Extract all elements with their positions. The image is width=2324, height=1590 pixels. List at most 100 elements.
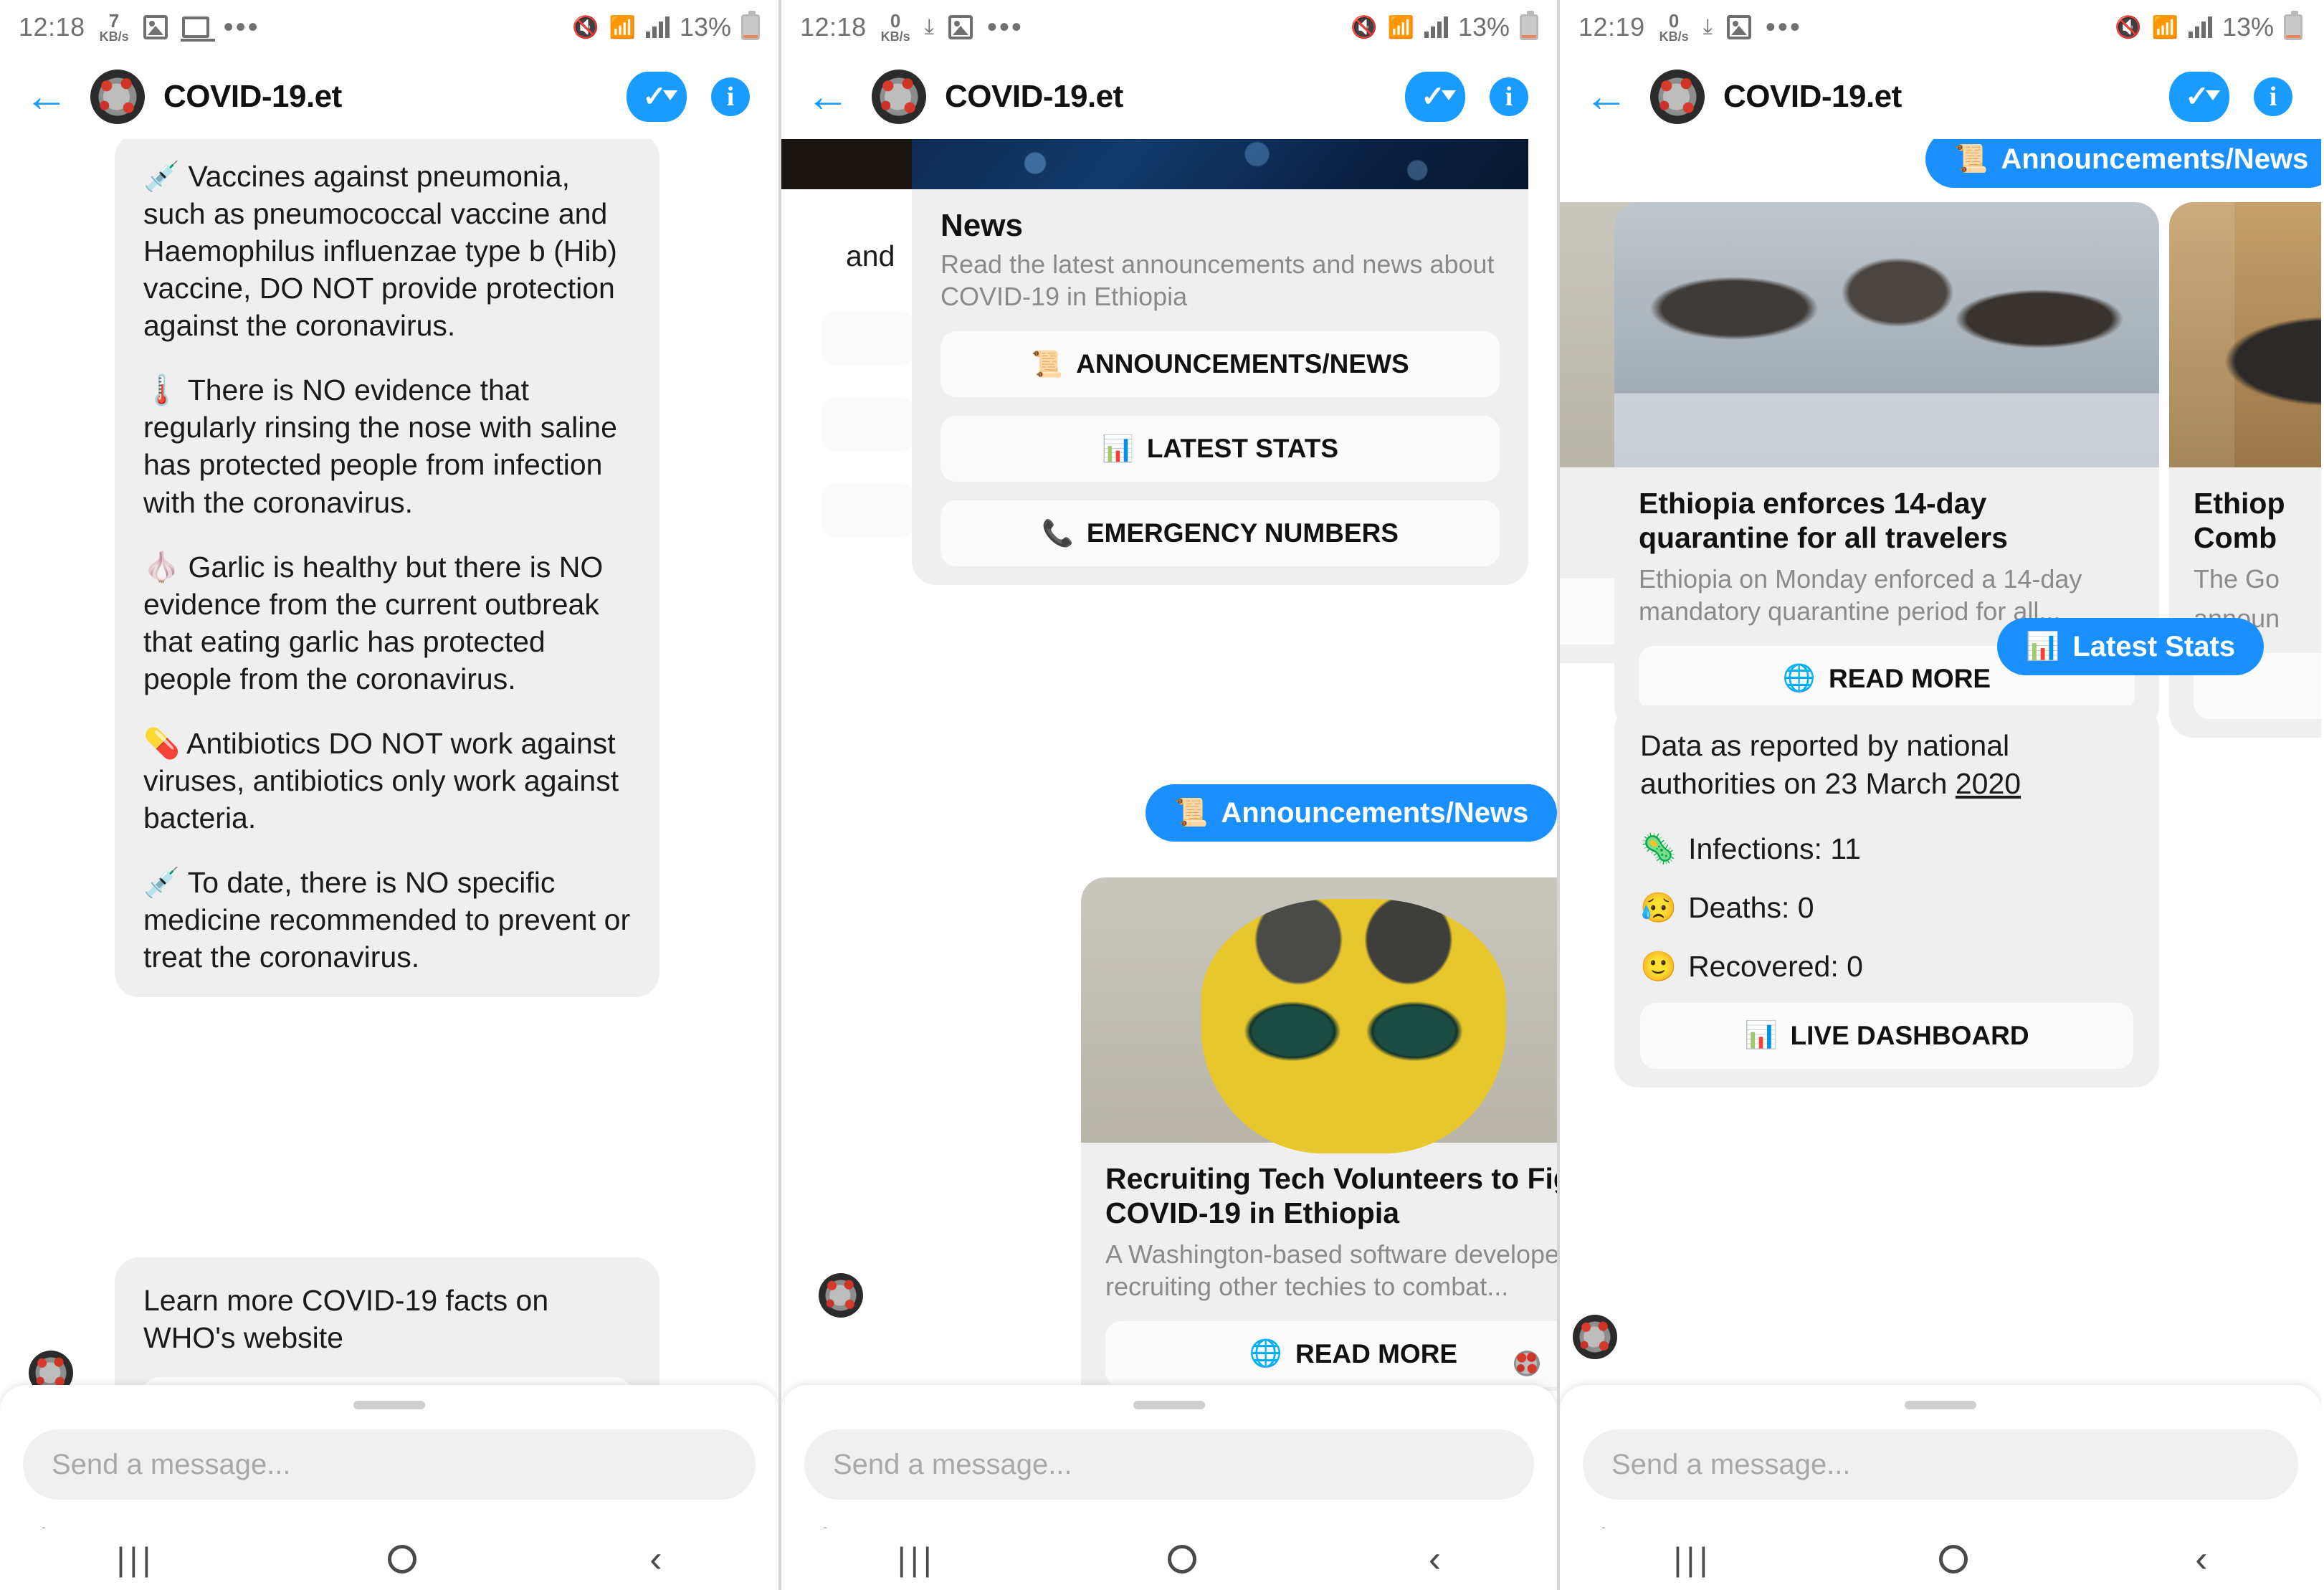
partial-text: and [846,239,895,272]
back-arrow-icon[interactable]: ← [806,75,850,119]
bar-chart-icon: 📊 [1101,434,1134,463]
news-card: Recruiting Tech Volunteers to Fight COVI… [1081,877,1557,1391]
news-card-subtitle: A Washington-based software developer is… [1105,1239,1557,1301]
partial-button[interactable] [822,397,915,452]
globe-icon: 🌐 [1782,663,1816,693]
android-nav-bar-3: ||| ‹ [1560,1528,2321,1590]
home-circle-icon[interactable] [1939,1545,1968,1574]
back-chevron-icon[interactable]: ‹ [1429,1541,1441,1578]
battery-icon [1520,11,1538,40]
scroll-icon: 📜 [1031,349,1064,379]
news-card-subtitle: Read the latest announcements and news a… [940,249,1495,311]
latest-stats-button[interactable]: 📊 LATEST STATS [940,416,1500,482]
chip-label: Announcements/News [1221,796,1529,829]
battery-percent: 13% [679,12,731,42]
smiley-face-icon: 🙂 [1640,949,1677,983]
home-circle-icon[interactable] [388,1545,417,1574]
network-speed-indicator: 0 KB/s [1659,11,1689,43]
news-carousel-2[interactable]: Recruiting Tech Volunteers to Fight COVI… [1081,877,1557,1391]
chip-label: Latest Stats [2072,630,2236,662]
more-dots-icon: ••• [1765,11,1802,43]
search-input[interactable]: Send a message... [23,1429,756,1500]
header-actions-3: ✓ i [2169,72,2297,122]
header-actions-2: ✓ i [1405,72,1533,122]
drag-handle[interactable] [353,1401,425,1409]
bot-avatar-icon [1573,1315,1617,1359]
news-card-title: News [940,208,1023,243]
home-circle-icon[interactable] [1168,1545,1197,1574]
stats-year: 2020 [1955,767,2021,801]
chat-header-1: ← COVID-19.et ✓ i [0,54,778,139]
mute-icon: 🔇 [572,15,599,39]
back-chevron-icon[interactable]: ‹ [2195,1541,2207,1578]
status-time: 12:18 [800,12,867,42]
fact-paragraph: 💉 Vaccines against pneumonia, such as pn… [143,160,617,343]
chat-header-2: ← COVID-19.et ✓ i [781,54,1557,139]
verified-check-icon[interactable]: ✓ [1405,72,1465,122]
news-card-title-line2: Comb [2194,521,2277,555]
status-bar-1: 12:18 7 KB/s ••• 🔇 📶 13% [0,0,778,54]
chat-body-1: 💉 Vaccines against pneumonia, such as pn… [0,139,778,1391]
user-chip-announcements-news: 📜 Announcements/News [1146,784,1557,842]
stats-row-infections: 🦠 Infections: 11 [1640,832,2133,867]
drag-handle[interactable] [1905,1401,1976,1409]
previous-card-left-edge: and [781,139,915,1391]
news-menu-card: News Read the latest announcements and n… [912,139,1528,585]
live-dashboard-button[interactable]: 📊 LIVE DASHBOARD [1640,1002,2133,1069]
drag-handle[interactable] [1133,1401,1205,1409]
back-arrow-icon[interactable]: ← [1584,75,1629,119]
verified-check-icon[interactable]: ✓ [627,72,687,122]
read-more-button[interactable]: 🌐 READ MORE [1105,1320,1557,1387]
status-left-3: 12:19 0 KB/s ⤓ ••• [1578,11,1802,43]
back-arrow-icon[interactable]: ← [24,75,69,119]
phone-icon: 📞 [1042,518,1074,548]
search-input[interactable]: Send a message... [1583,1429,2298,1500]
recents-icon[interactable]: ||| [897,1540,936,1579]
wifi-icon: 📶 [2151,15,2178,39]
more-dots-icon: ••• [223,11,260,43]
learn-more-text: Learn more COVID-19 facts on WHO's websi… [143,1284,549,1355]
more-dots-icon: ••• [986,11,1024,43]
announcements-news-button[interactable]: 📜 ANNOUNCEMENTS/NEWS [940,331,1500,397]
status-right-1: 🔇 📶 13% [572,11,760,42]
recents-icon[interactable]: ||| [1673,1540,1712,1579]
signal-bars-icon [2188,16,2212,38]
chip-label: Announcements/News [2001,143,2309,175]
globe-icon: 🌐 [1249,1338,1282,1368]
live-dashboard-label: LIVE DASHBOARD [1790,1020,2029,1050]
mute-icon: 🔇 [1351,15,1378,39]
announcements-news-label: ANNOUNCEMENTS/NEWS [1076,349,1409,379]
infections-label: Infections: 11 [1688,832,1861,866]
status-left-2: 12:18 0 KB/s ⤓ ••• [800,11,1024,43]
partial-button[interactable] [822,311,915,366]
news-card-title: Ethiopia enforces 14-day quarantine for … [1639,487,2008,555]
network-speed-indicator: 7 KB/s [100,11,129,43]
read-more-label: READ MORE [1295,1338,1458,1368]
read-more-label: READ MORE [1828,663,1991,693]
info-icon[interactable]: i [1490,77,1528,116]
battery-percent: 13% [2221,12,2274,42]
status-right-2: 🔇 📶 13% [1351,11,1538,42]
speed-value: 7 [108,10,120,32]
info-icon[interactable]: i [711,77,750,116]
news-card-image [1614,202,2159,467]
back-chevron-icon[interactable]: ‹ [649,1541,662,1578]
wifi-icon: 📶 [1387,15,1414,39]
info-icon[interactable]: i [2254,77,2292,116]
emergency-numbers-label: EMERGENCY NUMBERS [1086,518,1399,548]
coronavirus-avatar-icon [872,70,926,124]
recovered-label: Recovered: 0 [1688,950,1863,984]
coronavirus-avatar-icon [90,70,145,124]
verified-check-icon[interactable]: ✓ [2169,72,2229,122]
sad-face-icon: 😥 [1640,890,1677,924]
speed-unit: KB/s [880,29,910,44]
learn-more-bubble: Learn more COVID-19 facts on WHO's websi… [115,1257,659,1391]
news-card-title: Recruiting Tech Volunteers to Fight COVI… [1105,1162,1557,1230]
fact-paragraph: 🧄 Garlic is healthy but there is NO evid… [143,550,604,695]
search-input[interactable]: Send a message... [804,1429,1534,1500]
emergency-numbers-button[interactable]: 📞 EMERGENCY NUMBERS [940,500,1500,566]
partial-button[interactable] [822,483,915,538]
stats-row-recovered: 🙂 Recovered: 0 [1640,950,2133,984]
status-bar-2: 12:18 0 KB/s ⤓ ••• 🔇 📶 13% [781,0,1557,54]
recents-icon[interactable]: ||| [116,1540,155,1579]
